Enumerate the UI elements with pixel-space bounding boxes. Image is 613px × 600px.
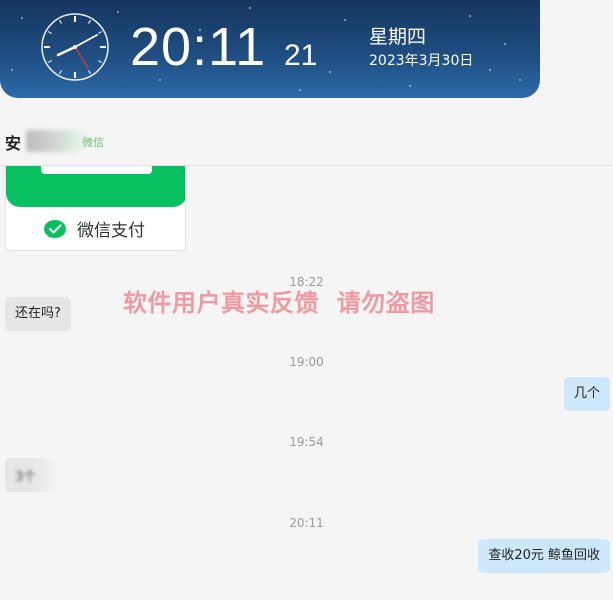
incoming-message[interactable]: 还在吗? (5, 297, 71, 331)
redacted-name-blur (26, 130, 88, 152)
analog-clock-icon (41, 13, 109, 81)
outgoing-message[interactable]: 几个 (563, 377, 610, 411)
clock-time: 20:11 (130, 17, 267, 77)
clock-weekday: 星期四 (369, 26, 427, 48)
incoming-message-redacted[interactable]: 3个 (5, 458, 58, 492)
message-timestamp: 19:54 (289, 435, 324, 449)
outgoing-message[interactable]: 查收20元 鲸鱼回收 (478, 539, 610, 573)
clock-banner: 20:11 21 星期四 2023年3月30日 (0, 0, 540, 98)
wechat-pay-card[interactable]: 微信支付 (5, 166, 186, 251)
message-timestamp: 19:00 (289, 355, 324, 369)
message-timestamp: 20:11 (289, 516, 324, 530)
clock-seconds: 21 (284, 39, 318, 72)
pay-card-qr-edge (41, 166, 152, 174)
contact-name[interactable]: 安 (5, 130, 21, 154)
redaction-fade (31, 458, 58, 492)
clock-date: 2023年3月30日 (369, 53, 474, 69)
chat-header: 安 微信 (0, 118, 613, 166)
wechat-pay-icon (44, 220, 66, 238)
pay-card-label: 微信支付 (77, 221, 145, 241)
contact-tag: 微信 (82, 136, 104, 149)
watermark-text: 软件用户真实反馈 请勿盗图 (123, 289, 435, 317)
